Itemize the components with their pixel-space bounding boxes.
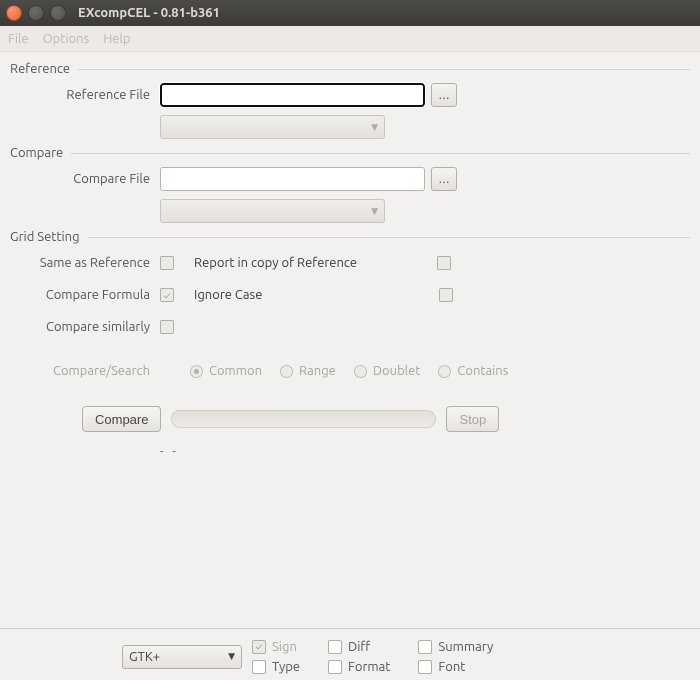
- compare-file-input[interactable]: [160, 167, 425, 191]
- checkbox-same-as-reference[interactable]: [160, 256, 174, 270]
- theme-value: GTK+: [129, 650, 160, 664]
- main-content: Reference Reference File ... ▼ Compare C…: [0, 52, 700, 628]
- menubar: File Options Help: [0, 26, 700, 52]
- checkbox-compare-formula[interactable]: [160, 288, 174, 302]
- checkbox-format-wrap[interactable]: Format: [328, 660, 390, 674]
- checkbox-compare-similarly[interactable]: [160, 320, 174, 334]
- reference-browse-button[interactable]: ...: [431, 83, 457, 107]
- checkbox-type: [252, 660, 266, 674]
- checkbox-font-wrap[interactable]: Font: [418, 660, 493, 674]
- reference-file-input[interactable]: [160, 83, 425, 107]
- group-reference: Reference Reference File ... ▼: [10, 62, 690, 140]
- label-compare-search: Compare/Search: [10, 364, 160, 378]
- compare-browse-button[interactable]: ...: [431, 167, 457, 191]
- window-close-icon[interactable]: [6, 5, 22, 21]
- chevron-down-icon: ▼: [228, 651, 235, 662]
- label-same-as-reference: Same as Reference: [10, 256, 160, 270]
- group-grid-setting: Grid Setting Same as Reference Report in…: [10, 230, 690, 464]
- radio-contains: [438, 365, 451, 378]
- radio-range-wrap[interactable]: Range: [280, 364, 336, 378]
- label-report-in-copy: Report in copy of Reference: [194, 256, 357, 270]
- checkbox-summary: [418, 640, 432, 654]
- checkbox-diff-wrap[interactable]: Diff: [328, 640, 390, 654]
- radio-doublet-wrap[interactable]: Doublet: [354, 364, 421, 378]
- radio-contains-wrap[interactable]: Contains: [438, 364, 508, 378]
- checkbox-font: [418, 660, 432, 674]
- menu-options[interactable]: Options: [43, 32, 90, 46]
- window-minimize-icon[interactable]: [28, 5, 44, 21]
- compare-sheet-dropdown[interactable]: ▼: [160, 199, 385, 223]
- footer-bar: GTK+ ▼ Sign Diff Summary Type Format Fon…: [0, 628, 700, 680]
- divider: [88, 237, 690, 238]
- checkbox-diff: [328, 640, 342, 654]
- label-ignore-case: Ignore Case: [194, 288, 262, 302]
- titlebar: EXcompCEL - 0.81-b361: [0, 0, 700, 26]
- menu-help[interactable]: Help: [103, 32, 130, 46]
- result-link-placeholder: - -: [160, 445, 179, 458]
- group-title-reference: Reference: [10, 62, 78, 76]
- label-compare-similarly: Compare similarly: [10, 320, 160, 334]
- group-title-compare: Compare: [10, 146, 71, 160]
- checkbox-sign-wrap[interactable]: Sign: [252, 640, 300, 654]
- checkbox-type-wrap[interactable]: Type: [252, 660, 300, 674]
- divider: [78, 69, 690, 70]
- group-compare: Compare Compare File ... ▼: [10, 146, 690, 224]
- radio-common: [190, 365, 203, 378]
- compare-button[interactable]: Compare: [82, 406, 161, 432]
- theme-dropdown[interactable]: GTK+ ▼: [122, 645, 242, 669]
- radio-doublet: [354, 365, 367, 378]
- divider: [71, 153, 690, 154]
- checkbox-summary-wrap[interactable]: Summary: [418, 640, 493, 654]
- window-title: EXcompCEL - 0.81-b361: [78, 6, 220, 20]
- label-compare-file: Compare File: [10, 172, 160, 186]
- label-compare-formula: Compare Formula: [10, 288, 160, 302]
- progress-bar: [171, 410, 436, 428]
- reference-sheet-dropdown[interactable]: ▼: [160, 115, 385, 139]
- radio-range: [280, 365, 293, 378]
- label-reference-file: Reference File: [10, 88, 160, 102]
- checkbox-format: [328, 660, 342, 674]
- stop-button: Stop: [446, 406, 499, 432]
- chevron-down-icon: ▼: [371, 122, 378, 133]
- window-maximize-icon[interactable]: [50, 5, 66, 21]
- radio-common-wrap[interactable]: Common: [190, 364, 262, 378]
- checkbox-report-in-copy[interactable]: [437, 256, 451, 270]
- checkbox-sign: [252, 640, 266, 654]
- chevron-down-icon: ▼: [371, 206, 378, 217]
- menu-file[interactable]: File: [8, 32, 29, 46]
- group-title-grid: Grid Setting: [10, 230, 88, 244]
- checkbox-ignore-case[interactable]: [439, 288, 453, 302]
